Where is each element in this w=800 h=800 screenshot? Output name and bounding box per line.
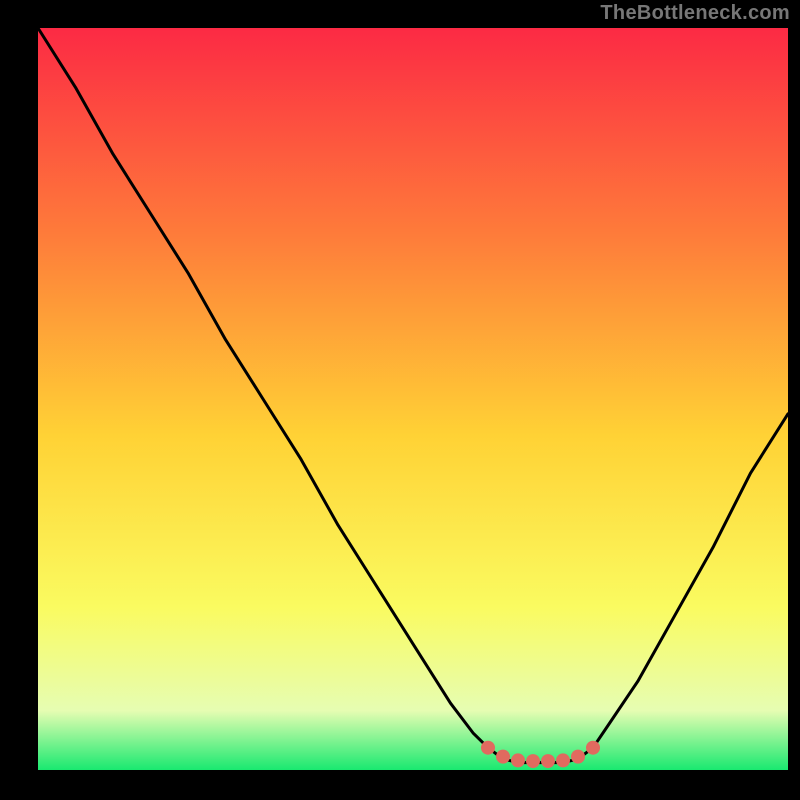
- bottleneck-curve-chart: [0, 0, 800, 800]
- gradient-background: [38, 28, 788, 770]
- optimal-marker: [556, 753, 570, 767]
- optimal-marker: [526, 754, 540, 768]
- optimal-marker: [511, 753, 525, 767]
- attribution-text: TheBottleneck.com: [600, 2, 790, 25]
- optimal-marker: [541, 754, 555, 768]
- optimal-marker: [481, 741, 495, 755]
- optimal-marker: [586, 741, 600, 755]
- optimal-marker: [496, 750, 510, 764]
- chart-container: TheBottleneck.com: [0, 0, 800, 800]
- optimal-marker: [571, 750, 585, 764]
